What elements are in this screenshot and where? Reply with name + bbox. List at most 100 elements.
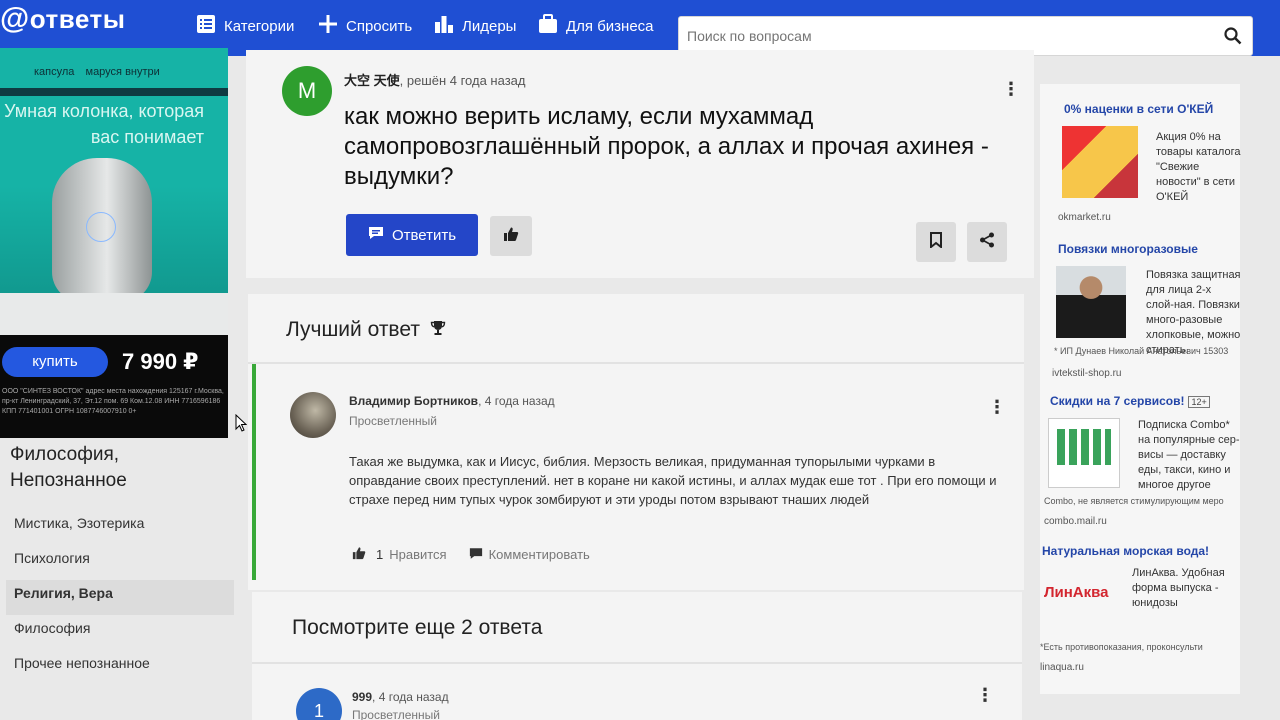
ad-brand-kapsula: капсула (34, 66, 75, 78)
ad-brand-marusya: маруся внутри (85, 66, 160, 78)
ad-linaqua-text: ЛинАква. Удобная форма выпуска - юнидозы (1132, 567, 1225, 609)
nav-business-label: Для бизнеса (566, 17, 654, 35)
comment-icon (469, 547, 483, 563)
logo[interactable]: @ответы (0, 2, 125, 36)
search-icon[interactable] (1224, 27, 1242, 50)
ad-masks-note: * ИП Дунаев Николай Анатольевич 15303 (1054, 346, 1229, 356)
ad-okey-text: Акция 0% на товары каталога "Свежие ново… (1156, 131, 1241, 203)
ad-masks-domain[interactable]: ivtekstil-shop.ru (1052, 368, 1121, 379)
more-answers-heading[interactable]: Посмотрите еще 2 ответа (292, 616, 542, 640)
answer-author-rank: Просветленный (352, 708, 440, 720)
ad-legal-text: ООО "СИНТЕЗ ВОСТОК" адрес места нахожден… (2, 388, 224, 415)
ad-combo-domain[interactable]: combo.mail.ru (1044, 516, 1107, 527)
share-button[interactable] (967, 222, 1007, 262)
question-status: , решён 4 года назад (399, 73, 526, 88)
logo-at-icon: @ (0, 2, 30, 35)
answer-author-line: Владимир Бортников, 4 года назад (349, 394, 555, 408)
left-ad-banner[interactable]: капсула маруся внутри Умная колонка, кот… (0, 48, 228, 438)
more-answers-card: Посмотрите еще 2 ответа 1 999, 4 года на… (252, 592, 1022, 720)
question-meta: 大空 天使, решён 4 года назад (344, 70, 525, 89)
list-icon (196, 14, 216, 38)
age-badge: 12+ (1188, 396, 1210, 408)
ad-combo-text: Подписка Combo* на популярные сер-висы —… (1138, 419, 1240, 491)
category-item-psychology[interactable]: Психология (6, 545, 234, 580)
like-question-button[interactable] (490, 216, 532, 256)
ad-bottom: купить 7 990 ₽ ООО "СИНТЕЗ ВОСТОК" адрес… (0, 335, 228, 438)
divider (252, 662, 1022, 664)
ad-masks-title[interactable]: Повязки многоразовые (1058, 242, 1198, 256)
ad-okey-title[interactable]: 0% наценки в сети О'КЕЙ (1064, 102, 1213, 116)
ad-masks-image[interactable] (1056, 266, 1126, 338)
ad-linaqua-title[interactable]: Натуральная морская вода! (1042, 544, 1209, 558)
ad-linaqua-domain[interactable]: linaqua.ru (1040, 662, 1084, 673)
ad-combo-title[interactable]: Скидки на 7 сервисов! 12+ (1050, 394, 1210, 408)
ad-brand-row: капсула маруся внутри (0, 48, 228, 88)
ad-combo-image[interactable] (1048, 418, 1120, 488)
comment-button[interactable]: Комментировать (469, 547, 590, 563)
nav-categories-label: Категории (224, 17, 295, 35)
speaker-ring-icon (86, 212, 116, 242)
answer-author-avatar[interactable]: 1 (296, 688, 342, 720)
trophy-icon (430, 318, 446, 342)
ad-okey-domain[interactable]: okmarket.ru (1058, 212, 1111, 223)
answer-author-avatar[interactable] (290, 392, 336, 438)
best-answer-heading: Лучший ответ (286, 318, 446, 342)
best-answer-title: Лучший ответ (286, 318, 420, 341)
ad-linaqua-logo[interactable]: ЛинАква (1044, 584, 1109, 601)
answer-author-name[interactable]: 999 (352, 690, 372, 704)
nav-ask[interactable]: Спросить (318, 14, 412, 38)
answer-time: , 4 года назад (372, 690, 449, 704)
search-input[interactable] (687, 18, 1207, 54)
mouse-cursor-icon (235, 413, 248, 437)
ad-combo-title-text: Скидки на 7 сервисов! (1050, 394, 1185, 408)
divider (248, 362, 1024, 364)
answer-author-name[interactable]: Владимир Бортников (349, 394, 478, 408)
best-answer-card: Лучший ответ Владимир Бортников, 4 года … (248, 294, 1024, 590)
nav-categories[interactable]: Категории (196, 14, 294, 38)
category-item-philosophy[interactable]: Философия (6, 615, 234, 650)
like-label: Нравится (389, 547, 447, 562)
question-author[interactable]: 大空 天使 (344, 73, 400, 88)
briefcase-icon (538, 14, 558, 38)
ad-masks-text: Повязка защитная для лица 2-х слой-ная. … (1146, 269, 1241, 356)
question-card: M 大空 天使, решён 4 года назад ⋮ как можно … (246, 50, 1034, 278)
left-column: капсула маруся внутри Умная колонка, кот… (0, 48, 245, 720)
bars-icon (434, 14, 454, 38)
ad-stand (0, 293, 228, 335)
category-item-other[interactable]: Прочее непознанное (6, 650, 234, 685)
question-author-avatar[interactable]: M (282, 66, 332, 116)
answer-time: , 4 года назад (478, 394, 555, 408)
question-more-icon[interactable]: ⋮ (1002, 80, 1020, 98)
nav-leaders[interactable]: Лидеры (434, 14, 516, 38)
ad-combo-graphic (1057, 429, 1111, 465)
ad-okey-image[interactable] (1062, 126, 1138, 198)
answer-button-label: Ответить (391, 226, 457, 244)
plus-icon (318, 14, 338, 38)
nav-business[interactable]: Для бизнеса (538, 14, 654, 38)
answer-more-icon[interactable]: ⋮ (988, 398, 1006, 416)
thumbs-up-icon (503, 226, 519, 247)
nav-leaders-label: Лидеры (462, 17, 517, 35)
category-item-mystic[interactable]: Мистика, Эзотерика (6, 510, 234, 545)
smart-speaker-image (52, 158, 152, 302)
right-ads-column: 0% наценки в сети О'КЕЙ Акция 0% на това… (1040, 84, 1241, 694)
category-list: Мистика, Эзотерика Психология Религия, В… (6, 510, 234, 685)
category-item-religion[interactable]: Религия, Вера (6, 580, 234, 615)
category-heading[interactable]: Философия, Непознанное (10, 442, 150, 494)
ad-price: 7 990 ₽ (122, 349, 199, 374)
bookmark-button[interactable] (916, 222, 956, 262)
comment-icon (368, 226, 384, 244)
question-title: как можно верить исламу, если мухаммад с… (344, 103, 989, 190)
answer-more-icon[interactable]: ⋮ (976, 686, 994, 704)
best-answer-marker (252, 364, 256, 580)
bookmark-icon (930, 231, 942, 253)
answer-button[interactable]: Ответить (346, 214, 478, 256)
ad-linaqua-note: *Есть противопоказания, проконсульти (1040, 642, 1203, 652)
like-answer-button[interactable]: 1 Нравится (352, 546, 447, 563)
ad-combo-note: Combo, не является стимулирующим меро (1044, 496, 1224, 506)
logo-text: ответы (29, 4, 126, 34)
nav-ask-label: Спросить (346, 17, 413, 35)
ad-buy-button[interactable]: купить (2, 347, 108, 377)
answer-actions: 1 Нравится Комментировать (352, 546, 612, 563)
share-icon (979, 232, 995, 253)
